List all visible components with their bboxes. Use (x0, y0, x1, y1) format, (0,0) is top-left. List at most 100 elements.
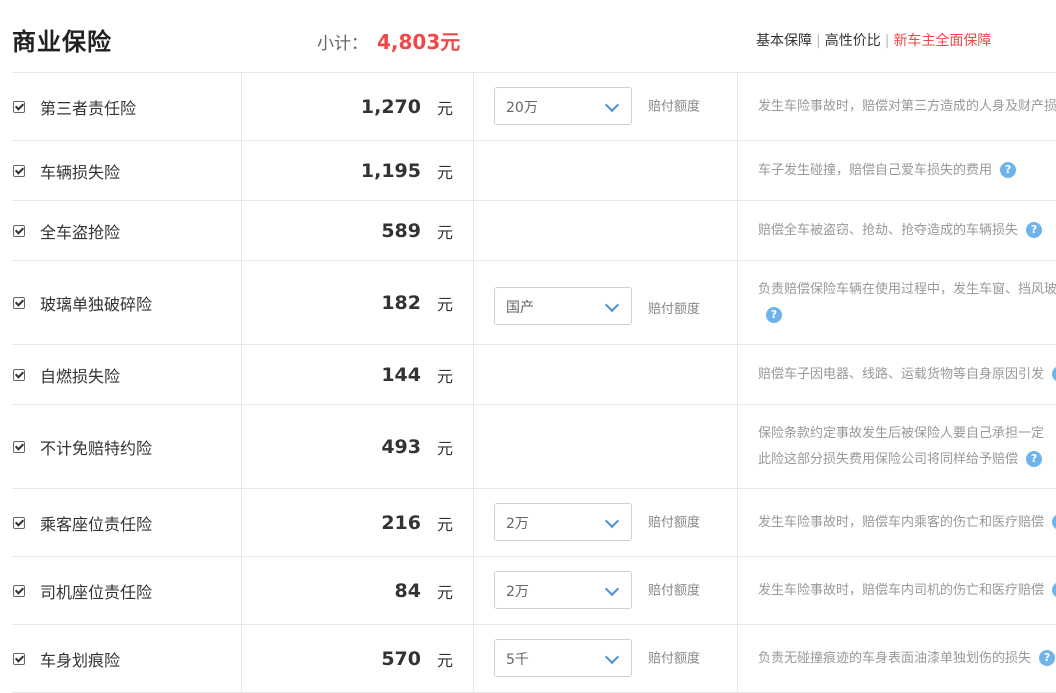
description-text: 车子发生碰撞，赔偿自己爱车损失的费用 (758, 162, 993, 178)
checked-checkbox-icon[interactable] (13, 584, 25, 597)
checked-checkbox-icon[interactable] (13, 516, 25, 529)
description-line: 车子发生碰撞，赔偿自己爱车损失的费用? (758, 158, 1056, 184)
limit-select-value: 5千 (506, 651, 529, 668)
limit-cell: 2万 赔付额度 (474, 489, 738, 556)
plan-options: 基本保障 | 高性价比 | 新车主全面保障 (756, 30, 991, 50)
limit-select[interactable]: 国产 (494, 287, 632, 325)
coverage-cell: 全车盗抢险 (12, 201, 242, 260)
coverage-cell: 车辆损失险 (12, 141, 242, 200)
chevron-down-icon (604, 649, 620, 664)
premium-cell: 216 元 (242, 489, 474, 556)
question-mark-icon[interactable]: ? (1000, 162, 1017, 178)
description-cell: 车子发生碰撞，赔偿自己爱车损失的费用? (738, 141, 1056, 200)
coverage-description: 负责赔偿保险车辆在使用过程中，发生车窗、挡风玻璃? (758, 277, 1056, 329)
coverage-name: 乘客座位责任险 (40, 514, 153, 534)
description-cell: 赔偿车子因电器、线路、运载货物等自身原因引发? (738, 345, 1056, 404)
limit-select-value: 国产 (506, 300, 534, 316)
limit-select[interactable]: 2万 (494, 502, 632, 541)
premium-cell: 589 元 (242, 201, 474, 260)
description-line: 发生车险事故时，赔偿车内乘客的伤亡和医疗赔偿? (758, 510, 1056, 536)
limit-label: 赔付额度 (648, 515, 701, 530)
limit-cell: 5千 赔付额度 (474, 625, 738, 692)
question-mark-icon[interactable]: ? (1026, 222, 1043, 238)
coverage-name: 玻璃单独破碎险 (40, 294, 153, 314)
checked-checkbox-icon[interactable] (13, 440, 25, 453)
commercial-insurance-header: 商业保险 小计： 4,803元 基本保障 | 高性价比 | 新车主全面保障 (0, 0, 1056, 72)
premium-amount: 1,270 (360, 95, 421, 118)
coverage-name: 自燃损失险 (40, 366, 121, 386)
question-mark-icon[interactable]: ? (1052, 514, 1056, 530)
chevron-down-icon (604, 97, 620, 112)
subtotal-value: 4,803元 (377, 30, 461, 54)
limit-select[interactable]: 20万 (494, 86, 632, 125)
coverage-description: 赔偿全车被盗窃、抢劫、抢夺造成的车辆损失? (758, 218, 1056, 244)
checked-checkbox-icon[interactable] (13, 368, 25, 381)
currency-unit: 元 (436, 162, 453, 182)
coverage-cell: 第三者责任险 (12, 73, 242, 140)
description-line: 发生车险事故时，赔偿车内司机的伤亡和医疗赔偿? (758, 578, 1056, 604)
limit-cell: 国产 赔付额度 (474, 261, 738, 344)
coverage-name: 司机座位责任险 (40, 582, 153, 602)
description-text: 赔偿车子因电器、线路、运载货物等自身原因引发 (758, 366, 1045, 382)
premium-cell: 1,270 元 (242, 73, 474, 140)
coverage-name: 全车盗抢险 (40, 222, 121, 242)
checked-checkbox-icon[interactable] (13, 652, 25, 665)
table-row: 第三者责任险 1,270 元 20万 赔付额度 发生车险事故时，赔偿对第三方造成的人身及财… (12, 73, 1056, 141)
description-text: 发生车险事故时，赔偿车内乘客的伤亡和医疗赔偿 (758, 514, 1045, 530)
coverage-cell: 不计免赔特约险 (12, 405, 242, 488)
plan-value-link[interactable]: 高性价比 (825, 33, 881, 49)
table-row: 玻璃单独破碎险 182 元 国产 赔付额度 负责赔偿保险车辆在使用过程中，发生车窗、挡风玻… (12, 261, 1056, 345)
limit-label: 赔付额度 (648, 99, 701, 114)
limit-select[interactable]: 2万 (494, 570, 632, 609)
plan-separator: | (816, 33, 821, 49)
description-line: 赔偿全车被盗窃、抢劫、抢夺造成的车辆损失? (758, 218, 1056, 244)
description-text: 负责赔偿保险车辆在使用过程中，发生车窗、挡风玻璃 (758, 281, 1056, 297)
limit-select[interactable]: 5千 (494, 638, 632, 677)
description-cell: 赔偿全车被盗窃、抢劫、抢夺造成的车辆损失? (738, 201, 1056, 260)
currency-unit: 元 (436, 98, 453, 118)
limit-select-value: 20万 (506, 99, 538, 116)
limit-cell (474, 405, 738, 488)
description-line: ? (758, 303, 1056, 329)
question-mark-icon[interactable]: ? (1052, 582, 1056, 598)
question-mark-icon[interactable]: ? (1052, 366, 1056, 382)
coverage-cell: 司机座位责任险 (12, 557, 242, 624)
premium-cell: 493 元 (242, 405, 474, 488)
plan-basic-link[interactable]: 基本保障 (756, 33, 812, 49)
currency-unit: 元 (436, 438, 453, 458)
limit-cell (474, 345, 738, 404)
plan-separator: | (884, 33, 890, 49)
limit-label: 赔付额度 (648, 302, 701, 317)
checked-checkbox-icon[interactable] (13, 100, 25, 113)
limit-cell (474, 141, 738, 200)
description-cell: 发生车险事故时，赔偿车内司机的伤亡和医疗赔偿? (738, 557, 1056, 624)
limit-label: 赔付额度 (648, 583, 701, 598)
premium-cell: 182 元 (242, 261, 474, 344)
description-line: 赔偿车子因电器、线路、运载货物等自身原因引发? (758, 362, 1056, 388)
question-mark-icon[interactable]: ? (1026, 451, 1043, 467)
table-row: 自燃损失险 144 元 赔偿车子因电器、线路、运载货物等自身原因引发? (12, 345, 1056, 405)
table-row: 司机座位责任险 84 元 2万 赔付额度 发生车险事故时，赔偿车内司机的伤亡和医疗赔偿? (12, 557, 1056, 625)
premium-cell: 570 元 (242, 625, 474, 692)
subtotal-label: 小计： (317, 34, 368, 54)
coverage-name: 第三者责任险 (40, 98, 137, 118)
premium-amount: 84 (394, 579, 421, 602)
currency-unit: 元 (436, 514, 453, 534)
checked-checkbox-icon[interactable] (13, 164, 25, 177)
coverage-name: 车辆损失险 (40, 162, 121, 182)
plan-full-link[interactable]: 新车主全面保障 (893, 33, 991, 49)
question-mark-icon[interactable]: ? (766, 307, 782, 323)
coverage-description: 负责无碰撞痕迹的车身表面油漆单独划伤的损失? (758, 646, 1056, 672)
premium-cell: 1,195 元 (242, 141, 474, 200)
description-text: 此险这部分损失费用保险公司将同样给予赔偿 (758, 451, 1019, 467)
checked-checkbox-icon[interactable] (13, 296, 25, 309)
checked-checkbox-icon[interactable] (13, 224, 25, 237)
chevron-down-icon (604, 581, 620, 596)
currency-unit: 元 (436, 294, 453, 314)
table-row: 车身划痕险 570 元 5千 赔付额度 负责无碰撞痕迹的车身表面油漆单独划伤的损失? (12, 625, 1056, 693)
premium-amount: 493 (381, 435, 421, 458)
coverage-cell: 自燃损失险 (12, 345, 242, 404)
limit-cell: 20万 赔付额度 (474, 73, 738, 140)
question-mark-icon[interactable]: ? (1039, 650, 1056, 666)
description-line: 此险这部分损失费用保险公司将同样给予赔偿? (758, 447, 1056, 473)
